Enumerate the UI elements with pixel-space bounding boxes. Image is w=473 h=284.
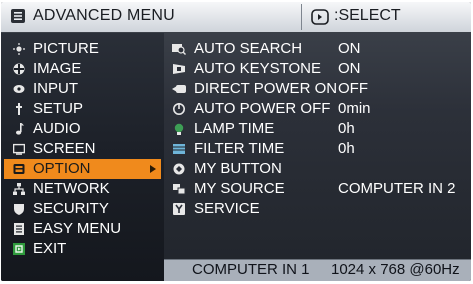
menu-item-label: EASY MENU [33, 220, 122, 237]
option-label: AUTO SEARCH [194, 40, 303, 57]
current-resolution: 1024 x 768 @60Hz [331, 261, 460, 278]
option-value: 0min [338, 100, 371, 117]
option-value: COMPUTER IN 2 [338, 180, 456, 197]
menu-item-screen[interactable]: SCREEN [9, 139, 159, 159]
easy-menu-icon [14, 223, 24, 235]
remote-select-icon [311, 9, 329, 25]
menu-item-exit[interactable]: EXIT [9, 239, 159, 259]
menu-item-label: PICTURE [33, 40, 99, 57]
menu-item-label: SETUP [33, 100, 84, 117]
menu-item-setup[interactable]: SETUP [9, 99, 159, 119]
menu-item-image[interactable]: IMAGE [9, 59, 159, 79]
menu-item-network[interactable]: NETWORK [9, 179, 159, 199]
menu-item-label: OPTION [33, 160, 91, 177]
option-row-service[interactable]: SERVICE [170, 199, 470, 219]
menu-item-label: EXIT [33, 240, 67, 257]
advanced-menu-window: ADVANCED MENU :SELECT PICTURE IMAGE INPU… [1, 2, 471, 281]
option-row-lamp-time[interactable]: LAMP TIME 0h [170, 119, 470, 139]
current-input: COMPUTER IN 1 [192, 261, 310, 278]
select-hint: :SELECT [334, 7, 401, 24]
menu-icon [11, 9, 25, 23]
option-label: FILTER TIME [194, 140, 285, 157]
menu-item-picture[interactable]: PICTURE [9, 39, 159, 59]
picture-icon [13, 43, 25, 55]
option-label: SERVICE [194, 200, 260, 217]
direct-power-on-icon [172, 85, 186, 93]
menu-item-label: SECURITY [33, 200, 109, 217]
security-icon [14, 204, 24, 215]
menu-item-label: AUDIO [33, 120, 81, 137]
service-icon [173, 203, 185, 215]
auto-search-icon [172, 44, 186, 55]
option-label: AUTO KEYSTONE [194, 60, 321, 77]
option-value: 0h [338, 120, 355, 137]
menu-item-label: NETWORK [33, 180, 110, 197]
submenu-arrow-icon [150, 165, 156, 173]
filter-time-icon [173, 144, 185, 154]
my-source-icon [173, 184, 186, 195]
option-submenu-panel: AUTO SEARCH ON AUTO KEYSTONE ON DIRECT P… [164, 33, 471, 259]
menu-item-security[interactable]: SECURITY [9, 199, 159, 219]
input-icon [13, 85, 25, 93]
menu-item-easy-menu[interactable]: EASY MENU [9, 219, 159, 239]
menu-item-label: IMAGE [33, 60, 82, 77]
lamp-time-icon [174, 123, 184, 135]
menu-item-input[interactable]: INPUT [9, 79, 159, 99]
screen-icon [13, 143, 25, 155]
option-row-my-button[interactable]: MY BUTTON [170, 159, 470, 179]
option-label: LAMP TIME [194, 120, 275, 137]
menu-header: ADVANCED MENU :SELECT [1, 2, 471, 33]
option-value: ON [338, 40, 361, 57]
setup-icon [16, 103, 22, 115]
option-label: AUTO POWER OFF [194, 100, 331, 117]
menu-item-option[interactable]: OPTION [4, 159, 161, 179]
option-row-auto-search[interactable]: AUTO SEARCH ON [170, 39, 470, 59]
option-value: ON [338, 60, 361, 77]
option-row-auto-power-off[interactable]: AUTO POWER OFF 0min [170, 99, 470, 119]
main-menu-panel: PICTURE IMAGE INPUT SETUP AUDIO SCREEN O… [1, 33, 164, 281]
image-icon [13, 63, 25, 75]
audio-icon [16, 123, 24, 135]
option-row-direct-power-on[interactable]: DIRECT POWER ON OFF [170, 79, 470, 99]
menu-item-label: INPUT [33, 80, 78, 97]
menu-item-audio[interactable]: AUDIO [9, 119, 159, 139]
option-label: DIRECT POWER ON [194, 80, 338, 97]
header-separator [301, 4, 302, 30]
option-row-auto-keystone[interactable]: AUTO KEYSTONE ON [170, 59, 470, 79]
my-button-icon [173, 163, 185, 175]
option-label: MY SOURCE [194, 180, 285, 197]
option-icon [13, 164, 25, 174]
option-value: OFF [338, 80, 368, 97]
exit-icon [13, 243, 25, 255]
option-row-my-source[interactable]: MY SOURCE COMPUTER IN 2 [170, 179, 470, 199]
option-label: MY BUTTON [194, 160, 282, 177]
auto-keystone-icon [173, 64, 185, 74]
projector-osd-screen: ADVANCED MENU :SELECT PICTURE IMAGE INPU… [0, 0, 473, 284]
option-value: 0h [338, 140, 355, 157]
network-icon [13, 183, 25, 195]
menu-item-label: SCREEN [33, 140, 96, 157]
option-row-filter-time[interactable]: FILTER TIME 0h [170, 139, 470, 159]
menu-title: ADVANCED MENU [33, 7, 175, 24]
auto-power-off-icon [173, 103, 185, 115]
signal-status-bar: COMPUTER IN 1 1024 x 768 @60Hz [164, 259, 471, 281]
